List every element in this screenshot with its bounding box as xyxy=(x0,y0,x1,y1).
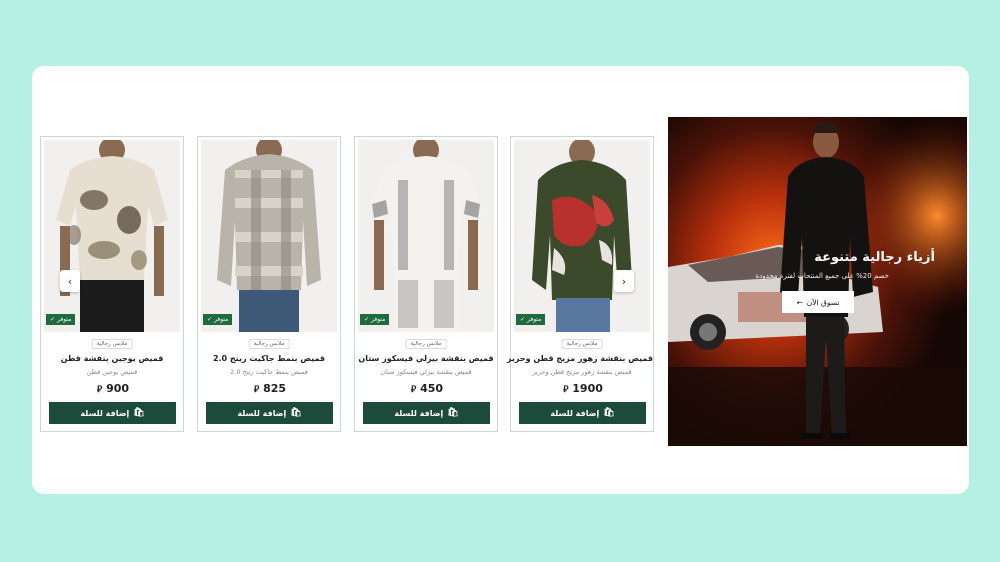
shopping-bag-icon: 🛍 xyxy=(290,408,302,418)
category-tag: ملابس رجالية xyxy=(248,339,290,349)
product-description: قميص بنقشة بيزلي فيسكوز ستان xyxy=(380,368,472,376)
add-to-cart-button[interactable]: 🛍 إضافة للسلة xyxy=(206,402,333,424)
banner-image xyxy=(668,117,967,446)
shop-now-button[interactable]: تسوق الآن ← xyxy=(782,291,854,313)
product-description: قميص بنقشة زهور مزيج قطن وحرير xyxy=(532,368,632,376)
currency-icon: ⃁ xyxy=(410,385,417,395)
product-name[interactable]: قميص بنقشة بيزلي فيسكوز ستان xyxy=(355,354,497,363)
product-name[interactable]: قميص بنمط جاكيت رينج 2.0 xyxy=(198,354,340,363)
promo-banner[interactable]: أزياء رجالية متنوعة خصم 20% على جميع الم… xyxy=(668,117,967,446)
check-circle-icon: ✓ xyxy=(50,316,56,323)
currency-icon: ⃁ xyxy=(563,385,569,395)
category-tag: ملابس رجالية xyxy=(405,339,447,349)
stock-label: متوفر xyxy=(527,316,542,323)
stock-label: متوفر xyxy=(57,316,72,323)
shop-now-label: تسوق الآن xyxy=(806,297,840,307)
stock-label: متوفر xyxy=(214,316,229,323)
stock-badge: متوفر ✓ xyxy=(516,314,546,325)
product-price: 825 ⃁ xyxy=(198,382,340,395)
chevron-right-icon: › xyxy=(621,274,627,288)
shopping-bag-icon: 🛍 xyxy=(133,408,145,418)
category-tag: ملابس رجالية xyxy=(561,339,603,349)
product-price: 900 ⃁ xyxy=(41,382,183,395)
product-image[interactable] xyxy=(201,140,337,332)
banner-subtitle: خصم 20% على جميع المنتجات لفترة محدودة xyxy=(755,272,889,280)
product-description: قميص يوجين قطن xyxy=(86,368,138,376)
product-image[interactable] xyxy=(44,140,180,332)
price-value: 825 xyxy=(263,382,287,395)
arrow-left-icon: ← xyxy=(796,297,803,307)
carousel-next-button[interactable]: › xyxy=(614,270,634,292)
currency-icon: ⃁ xyxy=(253,385,260,395)
check-circle-icon: ✓ xyxy=(207,316,213,323)
product-card[interactable]: متوفر ✓ ملابس رجالية قميص بنقشة بيزلي في… xyxy=(354,136,498,432)
add-to-cart-label: إضافة للسلة xyxy=(550,408,600,418)
add-to-cart-label: إضافة للسلة xyxy=(394,408,444,418)
banner-title: أزياء رجالية متنوعة xyxy=(814,250,935,265)
product-description: قميص بنمط جاكيت رينج 2.0 xyxy=(230,368,308,376)
product-image[interactable] xyxy=(358,140,494,332)
product-card[interactable]: متوفر ✓ ملابس رجالية قميص بنمط جاكيت رين… xyxy=(197,136,341,432)
price-value: 450 xyxy=(420,382,444,395)
stock-badge: متوفر ✓ xyxy=(203,314,233,325)
shopping-bag-icon: 🛍 xyxy=(603,408,615,418)
add-to-cart-button[interactable]: 🛍 إضافة للسلة xyxy=(363,402,490,424)
add-to-cart-button[interactable]: 🛍 إضافة للسلة xyxy=(49,402,176,424)
add-to-cart-label: إضافة للسلة xyxy=(237,408,287,418)
product-name[interactable]: قميص يوجين بنقشة قطن xyxy=(41,354,183,363)
price-value: 900 xyxy=(106,382,130,395)
product-price: 450 ⃁ xyxy=(355,382,497,395)
category-tag: ملابس رجالية xyxy=(91,339,133,349)
price-value: 1900 xyxy=(572,382,603,395)
product-price: 1900 ⃁ xyxy=(511,382,653,395)
currency-icon: ⃁ xyxy=(96,385,103,395)
add-to-cart-label: إضافة للسلة xyxy=(80,408,130,418)
check-circle-icon: ✓ xyxy=(364,316,370,323)
check-circle-icon: ✓ xyxy=(520,316,526,323)
chevron-left-icon: ‹ xyxy=(67,274,73,288)
stock-badge: متوفر ✓ xyxy=(360,314,390,325)
stock-badge: متوفر ✓ xyxy=(46,314,76,325)
shopping-bag-icon: 🛍 xyxy=(447,408,459,418)
add-to-cart-button[interactable]: 🛍 إضافة للسلة xyxy=(519,402,646,424)
product-image[interactable] xyxy=(514,140,650,332)
stock-label: متوفر xyxy=(371,316,386,323)
carousel-prev-button[interactable]: ‹ xyxy=(60,270,80,292)
product-name[interactable]: قميص بنقشة زهور مزيج قطن وحرير xyxy=(507,354,653,363)
